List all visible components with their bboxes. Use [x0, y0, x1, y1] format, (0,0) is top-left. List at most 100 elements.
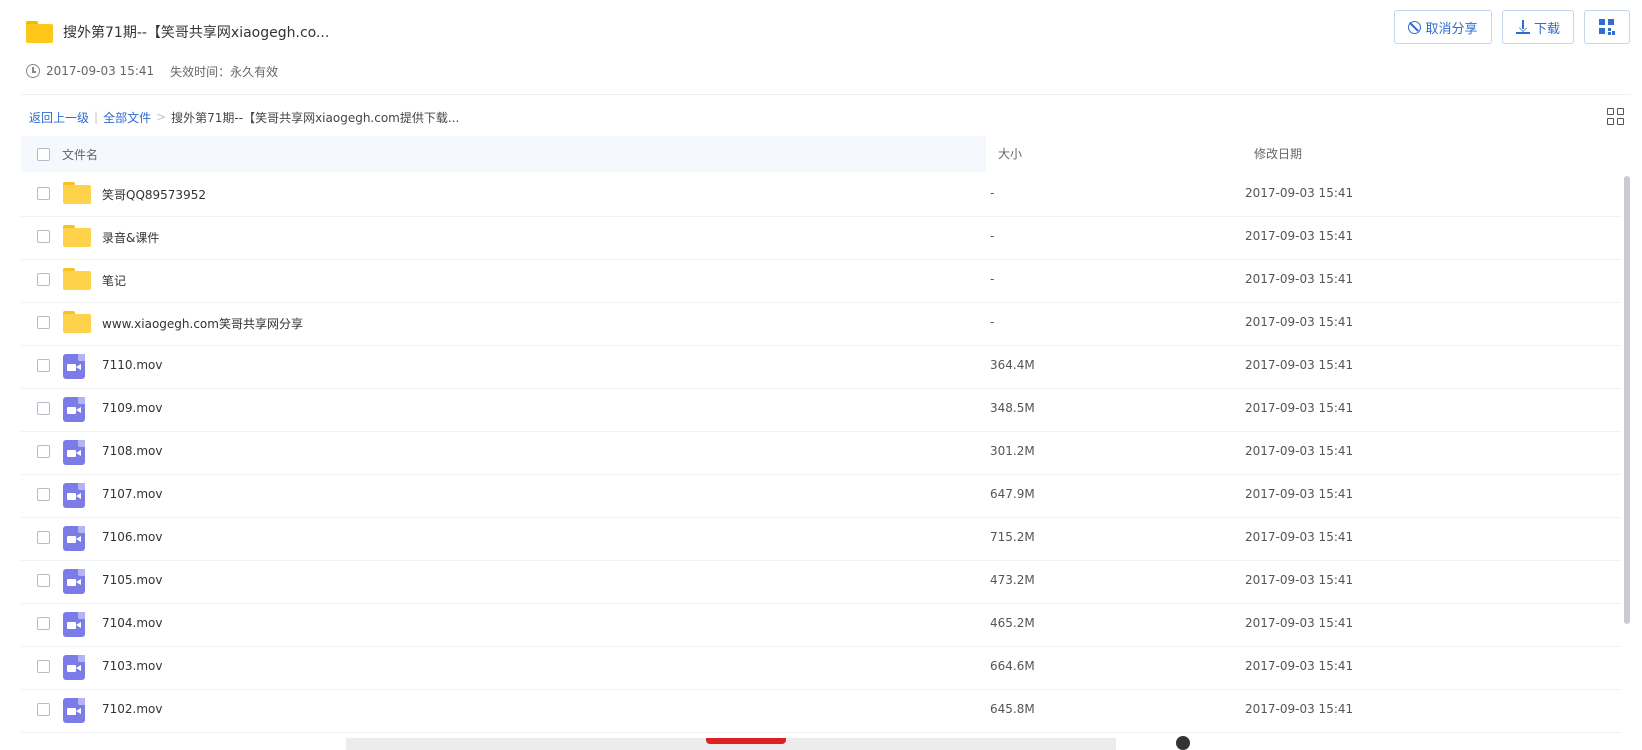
row-checkbox[interactable] — [37, 703, 50, 716]
file-name[interactable]: 7104.mov — [102, 616, 163, 630]
file-date: 2017-09-03 15:41 — [1245, 272, 1354, 286]
size-column-header[interactable]: 大小 — [998, 136, 1022, 172]
file-name[interactable]: 录音&课件 — [102, 229, 159, 246]
file-date: 2017-09-03 15:41 — [1245, 659, 1354, 673]
file-size: - — [990, 229, 995, 243]
row-checkbox[interactable] — [37, 617, 50, 630]
file-list-header: 文件名 大小 修改日期 — [21, 136, 1621, 172]
file-name[interactable]: 笑哥QQ89573952 — [102, 186, 206, 203]
file-name[interactable]: 笔记 — [102, 272, 126, 289]
row-checkbox[interactable] — [37, 488, 50, 501]
row-checkbox[interactable] — [37, 359, 50, 372]
video-file-icon — [63, 698, 85, 723]
file-size: 473.2M — [990, 573, 1035, 587]
file-size: 348.5M — [990, 401, 1035, 415]
file-list: 笑哥QQ89573952 - 2017-09-03 15:41 录音&课件 - … — [21, 172, 1621, 750]
file-date: 2017-09-03 15:41 — [1245, 444, 1354, 458]
breadcrumb-current: 搜外第71期--【笑哥共享网xiaogegh.com提供下载... — [171, 110, 460, 125]
file-name[interactable]: 7103.mov — [102, 659, 163, 673]
header-divider — [21, 94, 1631, 95]
file-name[interactable]: 7105.mov — [102, 573, 163, 587]
list-item[interactable]: 7106.mov 715.2M 2017-09-03 15:41 — [21, 516, 1621, 561]
row-checkbox[interactable] — [37, 230, 50, 243]
download-label: 下载 — [1533, 20, 1560, 36]
folder-icon — [63, 182, 91, 204]
list-item[interactable]: 7104.mov 465.2M 2017-09-03 15:41 — [21, 602, 1621, 647]
list-item[interactable]: 笔记 - 2017-09-03 15:41 — [21, 258, 1621, 303]
select-all-checkbox[interactable] — [37, 147, 50, 161]
file-date: 2017-09-03 15:41 — [1245, 573, 1354, 587]
breadcrumb-root-link[interactable]: 全部文件 — [103, 109, 151, 126]
video-file-icon — [63, 655, 85, 680]
list-item[interactable]: 录音&课件 - 2017-09-03 15:41 — [21, 215, 1621, 260]
file-size: 715.2M — [990, 530, 1035, 544]
list-item[interactable]: 7109.mov 348.5M 2017-09-03 15:41 — [21, 387, 1621, 432]
file-name[interactable]: 7106.mov — [102, 530, 163, 544]
file-name[interactable]: 7109.mov — [102, 401, 163, 415]
file-name[interactable]: 7110.mov — [102, 358, 163, 372]
breadcrumb-arrow: > — [156, 110, 167, 124]
video-file-icon — [63, 612, 85, 637]
qrcode-icon — [1599, 19, 1615, 35]
list-item[interactable]: 7108.mov 301.2M 2017-09-03 15:41 — [21, 430, 1621, 475]
clock-icon — [26, 64, 40, 78]
file-name[interactable]: 7108.mov — [102, 444, 163, 458]
video-file-icon — [63, 569, 85, 594]
file-name[interactable]: www.xiaogegh.com笑哥共享网分享 — [102, 315, 303, 332]
file-size: 647.9M — [990, 487, 1035, 501]
file-size: 645.8M — [990, 702, 1035, 716]
share-header: 搜外第71期--【笑哥共享网xiaogegh.co... 2017-09-03 … — [0, 0, 1642, 96]
file-name[interactable]: 7102.mov — [102, 702, 163, 716]
row-checkbox[interactable] — [37, 187, 50, 200]
file-size: 301.2M — [990, 444, 1035, 458]
file-size: 465.2M — [990, 616, 1035, 630]
list-item[interactable]: 7102.mov 645.8M 2017-09-03 15:41 — [21, 688, 1621, 733]
row-checkbox[interactable] — [37, 445, 50, 458]
scrollbar-thumb[interactable] — [1624, 176, 1630, 624]
file-size: 664.6M — [990, 659, 1035, 673]
row-checkbox[interactable] — [37, 660, 50, 673]
breadcrumb-back-link[interactable]: 返回上一级 — [29, 109, 89, 126]
download-button[interactable]: 下载 — [1502, 10, 1574, 44]
list-item[interactable]: 笑哥QQ89573952 - 2017-09-03 15:41 — [21, 172, 1621, 217]
folder-icon — [63, 311, 91, 333]
folder-icon — [63, 225, 91, 247]
file-name[interactable]: 7107.mov — [102, 487, 163, 501]
bottom-ad-banner[interactable] — [346, 736, 1190, 750]
name-column-header[interactable]: 文件名 — [21, 136, 986, 172]
list-scrollbar[interactable] — [1623, 172, 1631, 750]
video-file-icon — [63, 483, 85, 508]
row-checkbox[interactable] — [37, 574, 50, 587]
list-item[interactable]: 7110.mov 364.4M 2017-09-03 15:41 — [21, 344, 1621, 389]
row-checkbox[interactable] — [37, 273, 50, 286]
file-date: 2017-09-03 15:41 — [1245, 358, 1354, 372]
ad-graphic — [706, 738, 786, 744]
breadcrumb: 返回上一级 | 全部文件 > 搜外第71期--【笑哥共享网xiaogegh.co… — [29, 107, 459, 127]
row-checkbox[interactable] — [37, 531, 50, 544]
list-item[interactable]: www.xiaogegh.com笑哥共享网分享 - 2017-09-03 15:… — [21, 301, 1621, 346]
row-checkbox[interactable] — [37, 316, 50, 329]
folder-icon — [63, 268, 91, 290]
list-item[interactable]: 7103.mov 664.6M 2017-09-03 15:41 — [21, 645, 1621, 690]
share-expire-time: 失效时间：永久有效 — [170, 64, 279, 79]
cancel-share-button[interactable]: 取消分享 — [1394, 10, 1492, 44]
date-column-header[interactable]: 修改日期 — [1254, 136, 1302, 172]
file-date: 2017-09-03 15:41 — [1245, 401, 1354, 415]
video-file-icon — [63, 397, 85, 422]
grid-view-icon[interactable] — [1607, 108, 1625, 126]
file-date: 2017-09-03 15:41 — [1245, 229, 1354, 243]
folder-icon — [26, 21, 53, 43]
qrcode-button[interactable] — [1584, 10, 1630, 44]
video-file-icon — [63, 526, 85, 551]
row-checkbox[interactable] — [37, 402, 50, 415]
share-meta: 2017-09-03 15:41 失效时间：永久有效 — [26, 62, 278, 80]
file-size: - — [990, 315, 995, 329]
file-date: 2017-09-03 15:41 — [1245, 487, 1354, 501]
video-file-icon — [63, 440, 85, 465]
list-item[interactable]: 7105.mov 473.2M 2017-09-03 15:41 — [21, 559, 1621, 604]
ad-avatar — [1176, 736, 1190, 750]
video-file-icon — [63, 354, 85, 379]
cancel-share-label: 取消分享 — [1425, 20, 1478, 36]
list-item[interactable]: 7107.mov 647.9M 2017-09-03 15:41 — [21, 473, 1621, 518]
file-size: - — [990, 272, 995, 286]
